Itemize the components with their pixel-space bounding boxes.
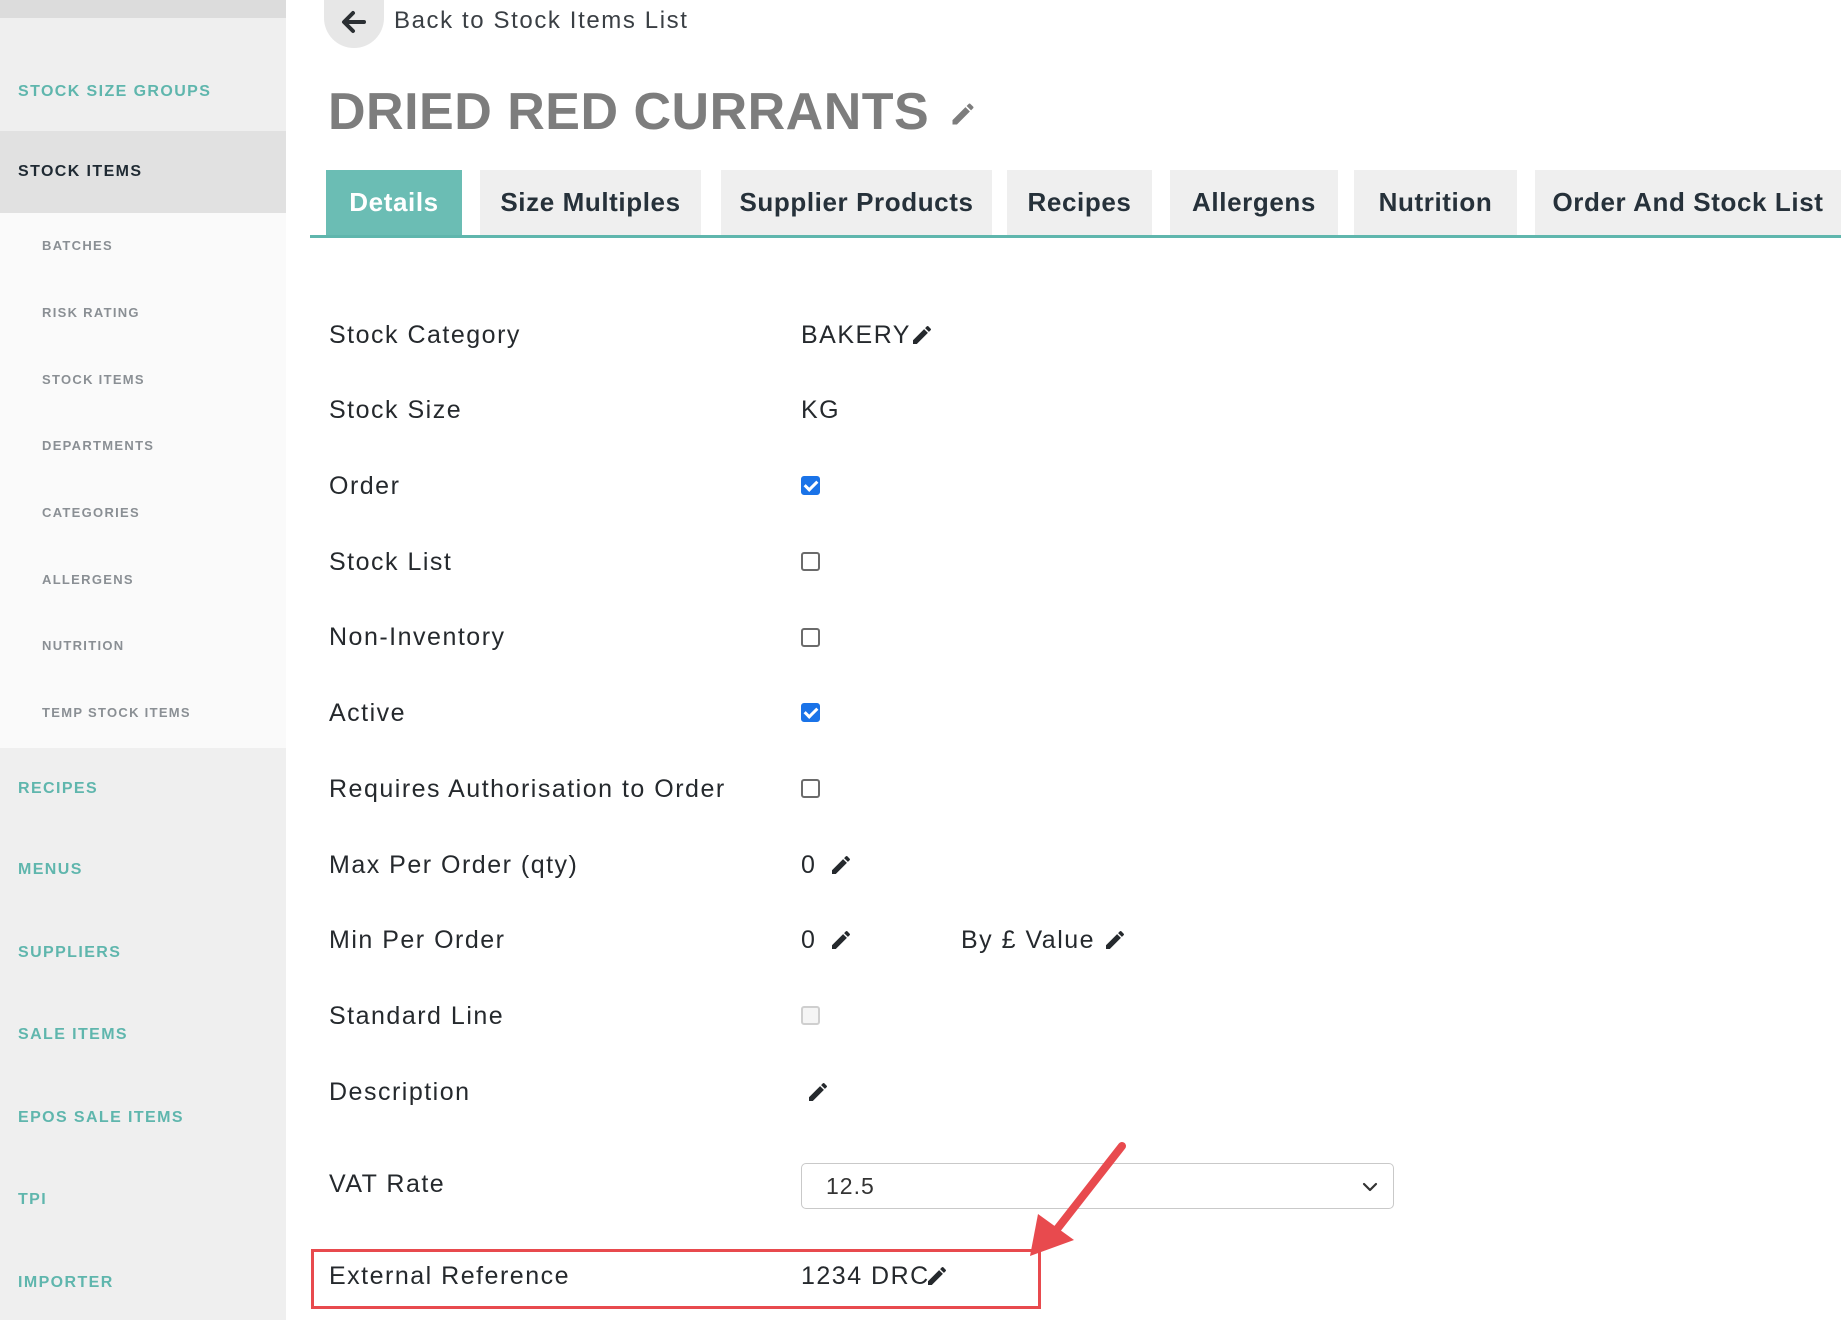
tab-order-and-stock-list[interactable]: Order And Stock List xyxy=(1535,170,1841,235)
edit-title-pencil-icon[interactable] xyxy=(949,100,977,128)
external-reference-value: 1234 DRC xyxy=(801,1262,930,1290)
tab-size-multiples[interactable]: Size Multiples xyxy=(480,170,701,235)
tab-supplier-products[interactable]: Supplier Products xyxy=(721,170,992,235)
sidebar: STOCK SIZE GROUPS STOCK ITEMS BATCHES RI… xyxy=(0,0,286,1320)
back-link-label[interactable]: Back to Stock Items List xyxy=(394,7,689,35)
back-button[interactable] xyxy=(324,0,384,48)
max-per-order-value: 0 xyxy=(801,851,817,879)
sidebar-subitem-temp-stock-items[interactable]: TEMP STOCK ITEMS xyxy=(42,705,191,720)
external-reference-label: External Reference xyxy=(329,1262,571,1290)
edit-max-per-order-pencil-icon[interactable] xyxy=(829,853,853,877)
back-link[interactable]: Back to Stock Items List xyxy=(324,0,689,48)
sidebar-item-epos-sale-items[interactable]: EPOS SALE ITEMS xyxy=(0,1077,286,1159)
sidebar-item-suppliers[interactable]: SUPPLIERS xyxy=(0,912,286,994)
sidebar-item-stock-items[interactable]: STOCK ITEMS xyxy=(0,131,286,213)
sidebar-item-sale-items[interactable]: SALE ITEMS xyxy=(0,994,286,1076)
stock-category-label: Stock Category xyxy=(329,321,521,349)
min-per-order-by-value-label: By £ Value xyxy=(961,926,1096,954)
page-title-row: DRIED RED CURRANTS xyxy=(328,82,977,142)
annotation-arrow xyxy=(1030,1142,1126,1256)
sidebar-subitem-risk-rating[interactable]: RISK RATING xyxy=(42,305,140,320)
active-checkbox[interactable] xyxy=(801,703,820,722)
tab-recipes[interactable]: Recipes xyxy=(1007,170,1152,235)
sidebar-item-stock-size-groups[interactable]: STOCK SIZE GROUPS xyxy=(0,51,286,133)
edit-min-per-order-pencil-icon[interactable] xyxy=(829,928,853,952)
order-label: Order xyxy=(329,472,401,500)
stock-list-label: Stock List xyxy=(329,548,453,576)
sidebar-subitem-categories[interactable]: CATEGORIES xyxy=(42,505,140,520)
sidebar-item-tpi[interactable]: TPI xyxy=(0,1159,286,1241)
standard-line-label: Standard Line xyxy=(329,1002,505,1030)
active-label: Active xyxy=(329,699,407,727)
min-per-order-value: 0 xyxy=(801,926,817,954)
tab-allergens[interactable]: Allergens xyxy=(1170,170,1338,235)
stock-category-value: BAKERY xyxy=(801,321,911,349)
stock-size-label: Stock Size xyxy=(329,396,463,424)
edit-external-reference-pencil-icon[interactable] xyxy=(925,1264,949,1288)
edit-min-by-value-pencil-icon[interactable] xyxy=(1103,928,1127,952)
requires-authorisation-label: Requires Authorisation to Order xyxy=(329,775,726,803)
sidebar-top-bar xyxy=(0,0,286,18)
sidebar-subitem-allergens[interactable]: ALLERGENS xyxy=(42,572,134,587)
sidebar-subitem-batches[interactable]: BATCHES xyxy=(42,238,113,253)
edit-description-pencil-icon[interactable] xyxy=(806,1080,830,1104)
stock-size-value: KG xyxy=(801,396,841,424)
tab-bar: Details Size Multiples Supplier Products… xyxy=(310,170,1841,238)
non-inventory-label: Non-Inventory xyxy=(329,623,506,651)
standard-line-checkbox xyxy=(801,1006,820,1025)
min-per-order-label: Min Per Order xyxy=(329,926,506,954)
arrow-left-icon xyxy=(342,11,366,33)
stock-list-checkbox[interactable] xyxy=(801,552,820,571)
tab-details[interactable]: Details xyxy=(326,170,462,235)
sidebar-item-recipes[interactable]: RECIPES xyxy=(0,748,286,830)
edit-stock-category-pencil-icon[interactable] xyxy=(910,323,934,347)
sidebar-subitem-stock-items[interactable]: STOCK ITEMS xyxy=(42,372,145,387)
vat-rate-label: VAT Rate xyxy=(329,1170,446,1198)
sidebar-item-importer[interactable]: IMPORTER xyxy=(0,1242,286,1320)
order-checkbox[interactable] xyxy=(801,476,820,495)
max-per-order-label: Max Per Order (qty) xyxy=(329,851,579,879)
sidebar-subitem-departments[interactable]: DEPARTMENTS xyxy=(42,438,154,453)
sidebar-subitem-nutrition[interactable]: NUTRITION xyxy=(42,638,124,653)
tab-nutrition[interactable]: Nutrition xyxy=(1354,170,1517,235)
requires-authorisation-checkbox[interactable] xyxy=(801,779,820,798)
vat-rate-value: 12.5 xyxy=(826,1172,875,1199)
page-title: DRIED RED CURRANTS xyxy=(328,83,930,141)
chevron-down-icon xyxy=(1362,1182,1378,1192)
non-inventory-checkbox[interactable] xyxy=(801,628,820,647)
description-label: Description xyxy=(329,1078,471,1106)
sidebar-item-menus[interactable]: MENUS xyxy=(0,829,286,911)
sidebar-submenu xyxy=(0,213,286,748)
